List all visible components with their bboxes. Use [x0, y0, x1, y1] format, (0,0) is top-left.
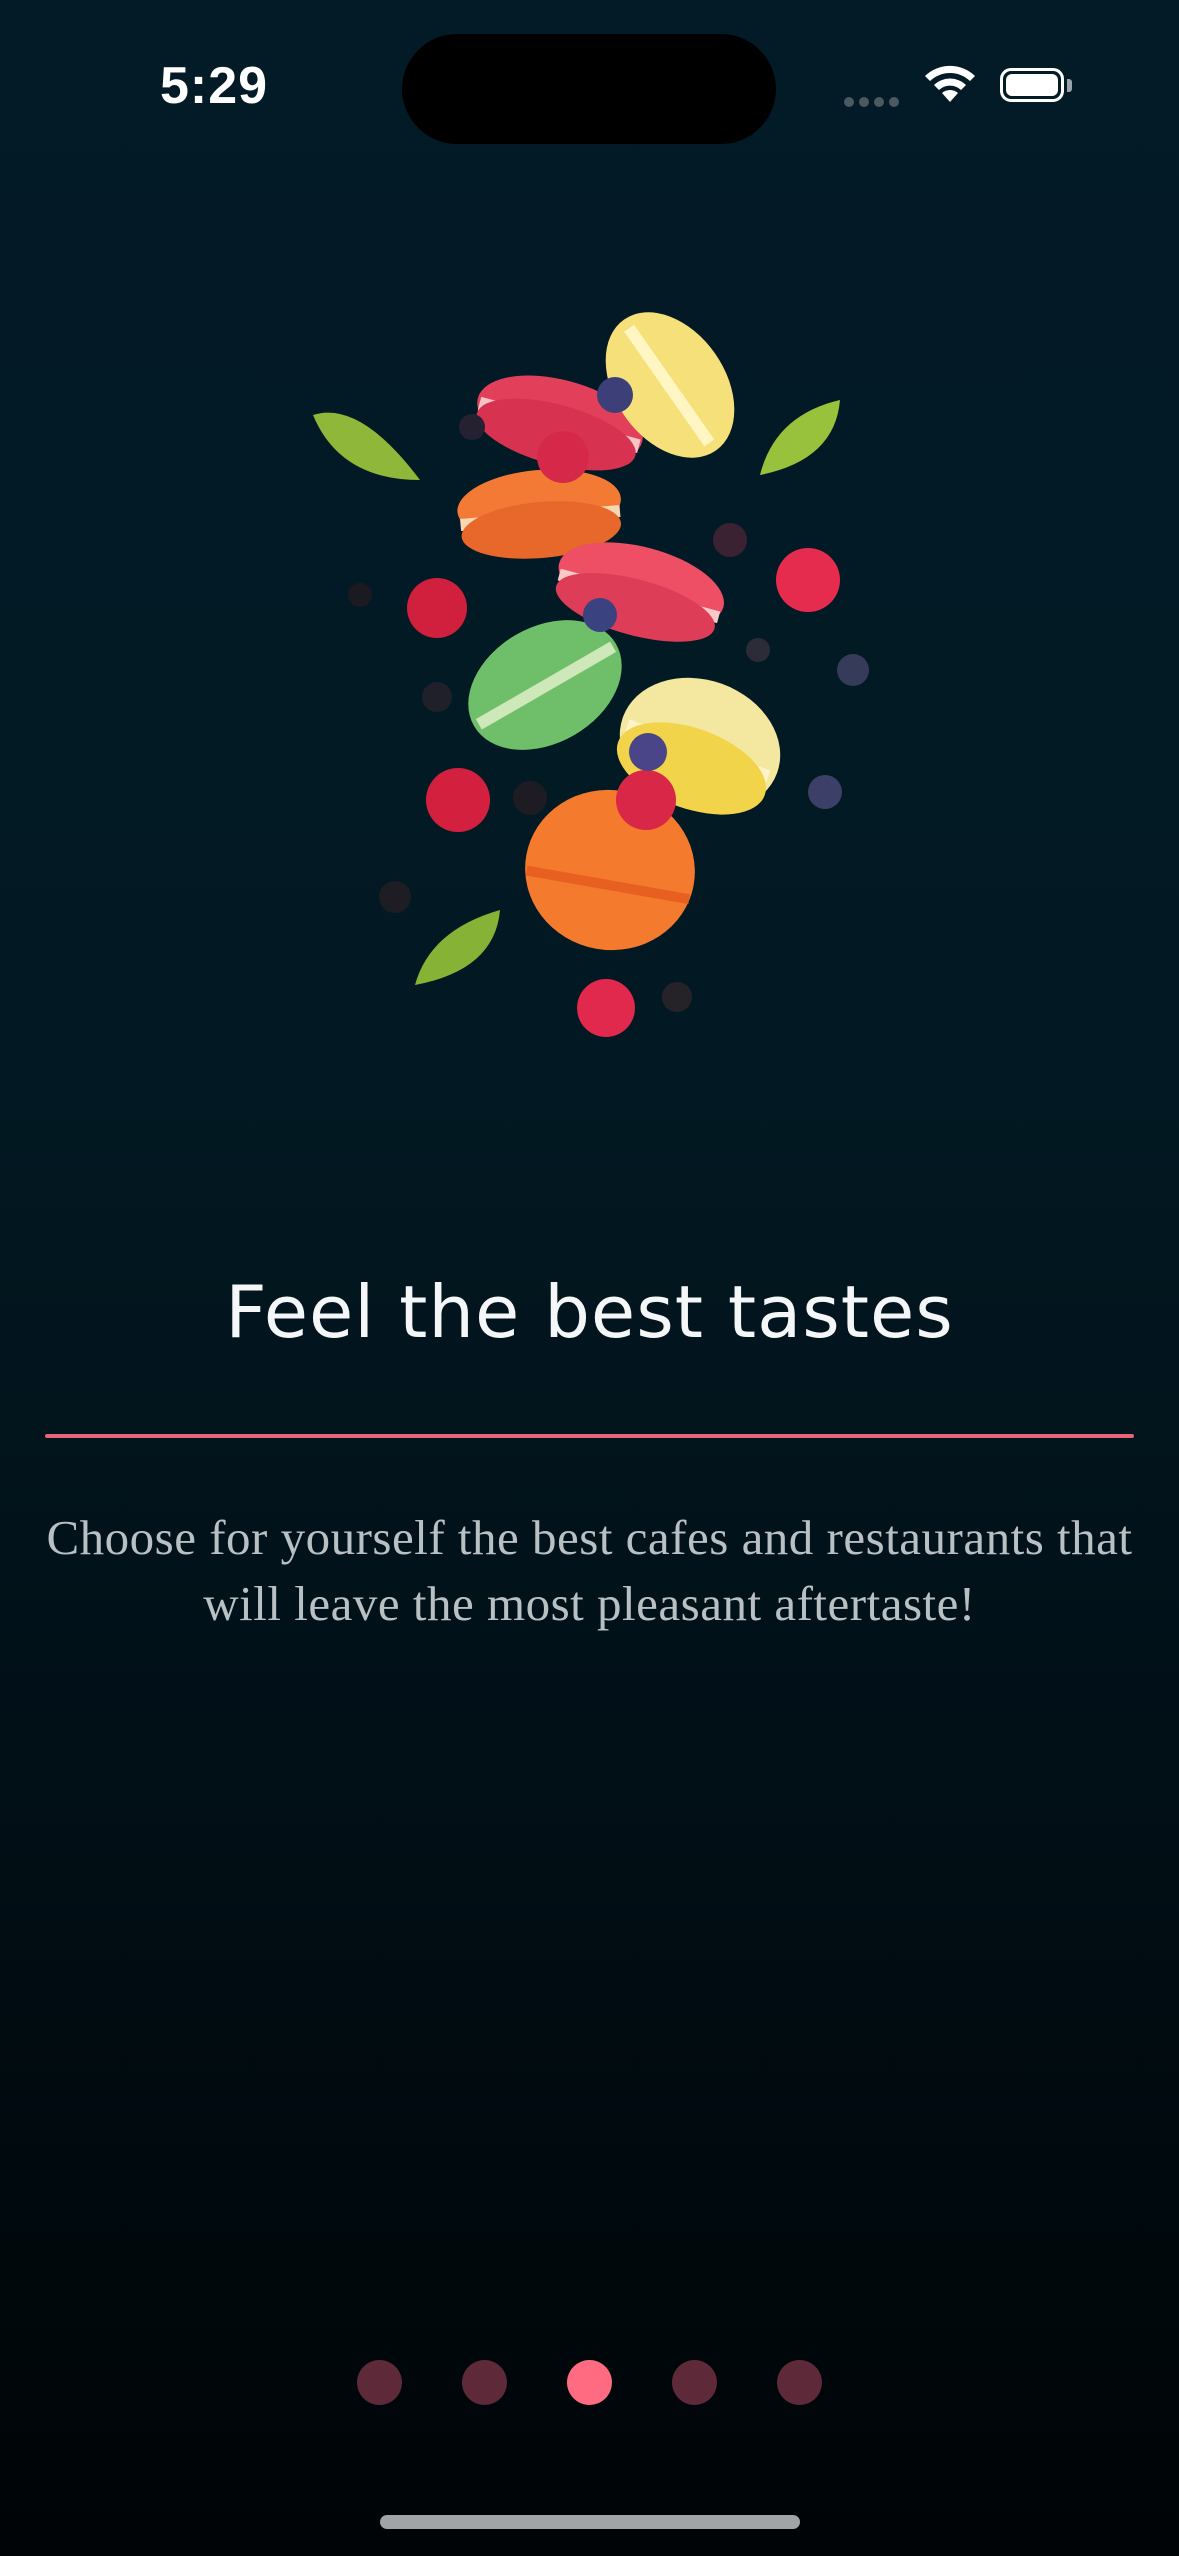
onboarding-title: Feel the best tastes — [225, 1270, 954, 1354]
page-dot-1[interactable] — [357, 2360, 402, 2405]
page-dot-3-active[interactable] — [567, 2360, 612, 2405]
status-bar: 5:29 — [0, 0, 1179, 180]
macarons-illustration — [300, 290, 890, 1050]
cellular-signal-icon — [844, 94, 904, 110]
page-dot-5[interactable] — [777, 2360, 822, 2405]
onboarding-subtitle: Choose for yourself the best cafes and r… — [46, 1510, 1133, 1631]
page-dot-4[interactable] — [672, 2360, 717, 2405]
page-dot-2[interactable] — [462, 2360, 507, 2405]
dynamic-island — [402, 34, 776, 144]
battery-icon — [1000, 68, 1072, 106]
status-time: 5:29 — [160, 57, 269, 115]
title-divider — [45, 1434, 1134, 1438]
wifi-icon — [922, 62, 978, 109]
page-indicator[interactable] — [0, 2360, 1179, 2405]
home-indicator[interactable] — [380, 2515, 800, 2529]
